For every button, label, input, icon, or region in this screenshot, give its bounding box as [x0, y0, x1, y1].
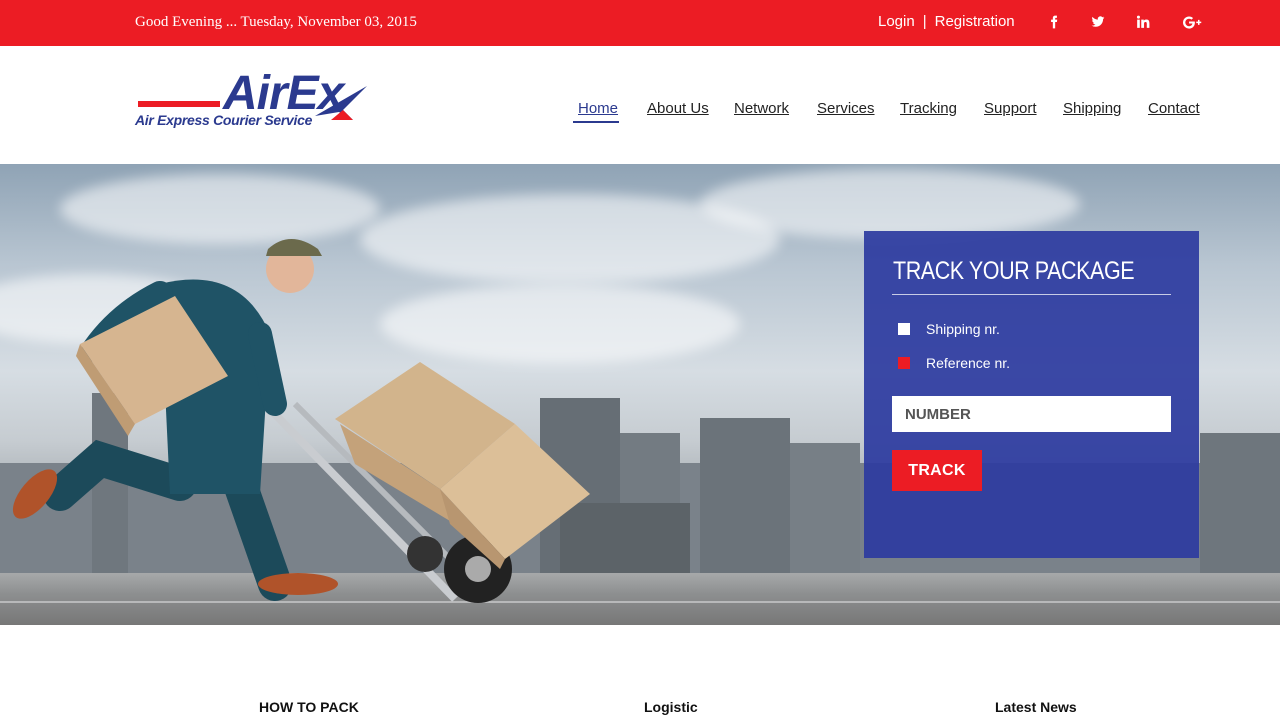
shipping-number-label: Shipping nr. — [926, 321, 1000, 337]
reference-number-checkbox[interactable] — [898, 357, 910, 369]
greeting-text: Good Evening ... Tuesday, November 03, 2… — [135, 14, 417, 30]
nav-services[interactable]: Services — [817, 100, 875, 117]
airex-logo[interactable]: AirEx Air Express Courier Service — [135, 67, 375, 132]
google-plus-icon[interactable] — [1181, 12, 1203, 32]
nav-contact[interactable]: Contact — [1148, 100, 1200, 117]
nav-tracking[interactable]: Tracking — [900, 100, 957, 117]
auth-links: Login | Registration — [878, 13, 1015, 30]
building — [700, 418, 790, 573]
track-panel-divider — [892, 294, 1171, 295]
cloud — [700, 169, 1080, 239]
track-panel-title: TRACK YOUR PACKAGE — [893, 257, 1135, 285]
auth-separator: | — [922, 13, 927, 30]
nav-network[interactable]: Network — [734, 100, 789, 117]
logo-tagline: Air Express Courier Service — [135, 112, 313, 128]
nav-shipping[interactable]: Shipping — [1063, 100, 1121, 117]
shipping-number-option[interactable]: Shipping nr. — [898, 321, 1000, 337]
nav-active-underline — [573, 121, 619, 123]
reference-number-label: Reference nr. — [926, 355, 1011, 371]
nav-home[interactable]: Home — [578, 100, 618, 117]
building — [790, 443, 860, 573]
section-how-to-pack: HOW TO PACK — [259, 699, 359, 715]
track-button[interactable]: TRACK — [892, 450, 982, 491]
track-package-panel: TRACK YOUR PACKAGE Shipping nr. Referenc… — [864, 231, 1199, 558]
logo-red-stripe — [138, 101, 220, 107]
top-bar: Good Evening ... Tuesday, November 03, 2… — [0, 0, 1280, 46]
tracking-number-input[interactable] — [892, 396, 1171, 432]
section-logistic: Logistic — [644, 699, 698, 715]
reference-number-option[interactable]: Reference nr. — [898, 355, 1010, 371]
shipping-number-checkbox[interactable] — [898, 323, 910, 335]
registration-link[interactable]: Registration — [935, 13, 1015, 30]
section-latest-news: Latest News — [995, 699, 1077, 715]
logo-plane-icon — [315, 86, 367, 120]
twitter-icon[interactable] — [1088, 12, 1108, 32]
courier-illustration — [12, 239, 590, 603]
nav-support[interactable]: Support — [984, 100, 1037, 117]
facebook-icon[interactable] — [1044, 12, 1064, 32]
building — [1200, 433, 1280, 573]
login-link[interactable]: Login — [878, 13, 915, 30]
nav-about-us[interactable]: About Us — [647, 100, 709, 117]
site-header: AirEx Air Express Courier Service Home A… — [0, 46, 1280, 164]
linkedin-icon[interactable] — [1133, 12, 1153, 32]
